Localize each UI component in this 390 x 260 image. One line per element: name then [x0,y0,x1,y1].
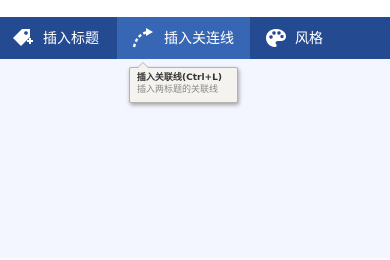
style-button[interactable]: 风格 [250,17,336,59]
tag-plus-icon [10,26,36,50]
insert-relationship-label: 插入关连线 [164,31,234,47]
insert-topic-label: 插入标题 [43,31,99,47]
tooltip: 插入关联线(Ctrl+L) 插入两标题的关联线 [129,62,238,103]
tooltip-title: 插入关联线(Ctrl+L) [137,73,222,83]
top-margin [0,0,390,17]
toolbar: 插入标题 插入关连线 风格 [0,17,390,59]
insert-topic-button[interactable]: 插入标题 [0,17,117,59]
mind-map-editor: 插入标题 插入关连线 风格 插入关联线(Ctrl+L) 插入两标题的关联线 [0,0,390,260]
insert-relationship-button[interactable]: 插入关连线 [117,17,250,59]
tooltip-description: 插入两标题的关联线 [137,85,219,95]
palette-icon [264,27,288,49]
style-label: 风格 [295,31,323,47]
curved-arrow-icon [131,26,157,50]
